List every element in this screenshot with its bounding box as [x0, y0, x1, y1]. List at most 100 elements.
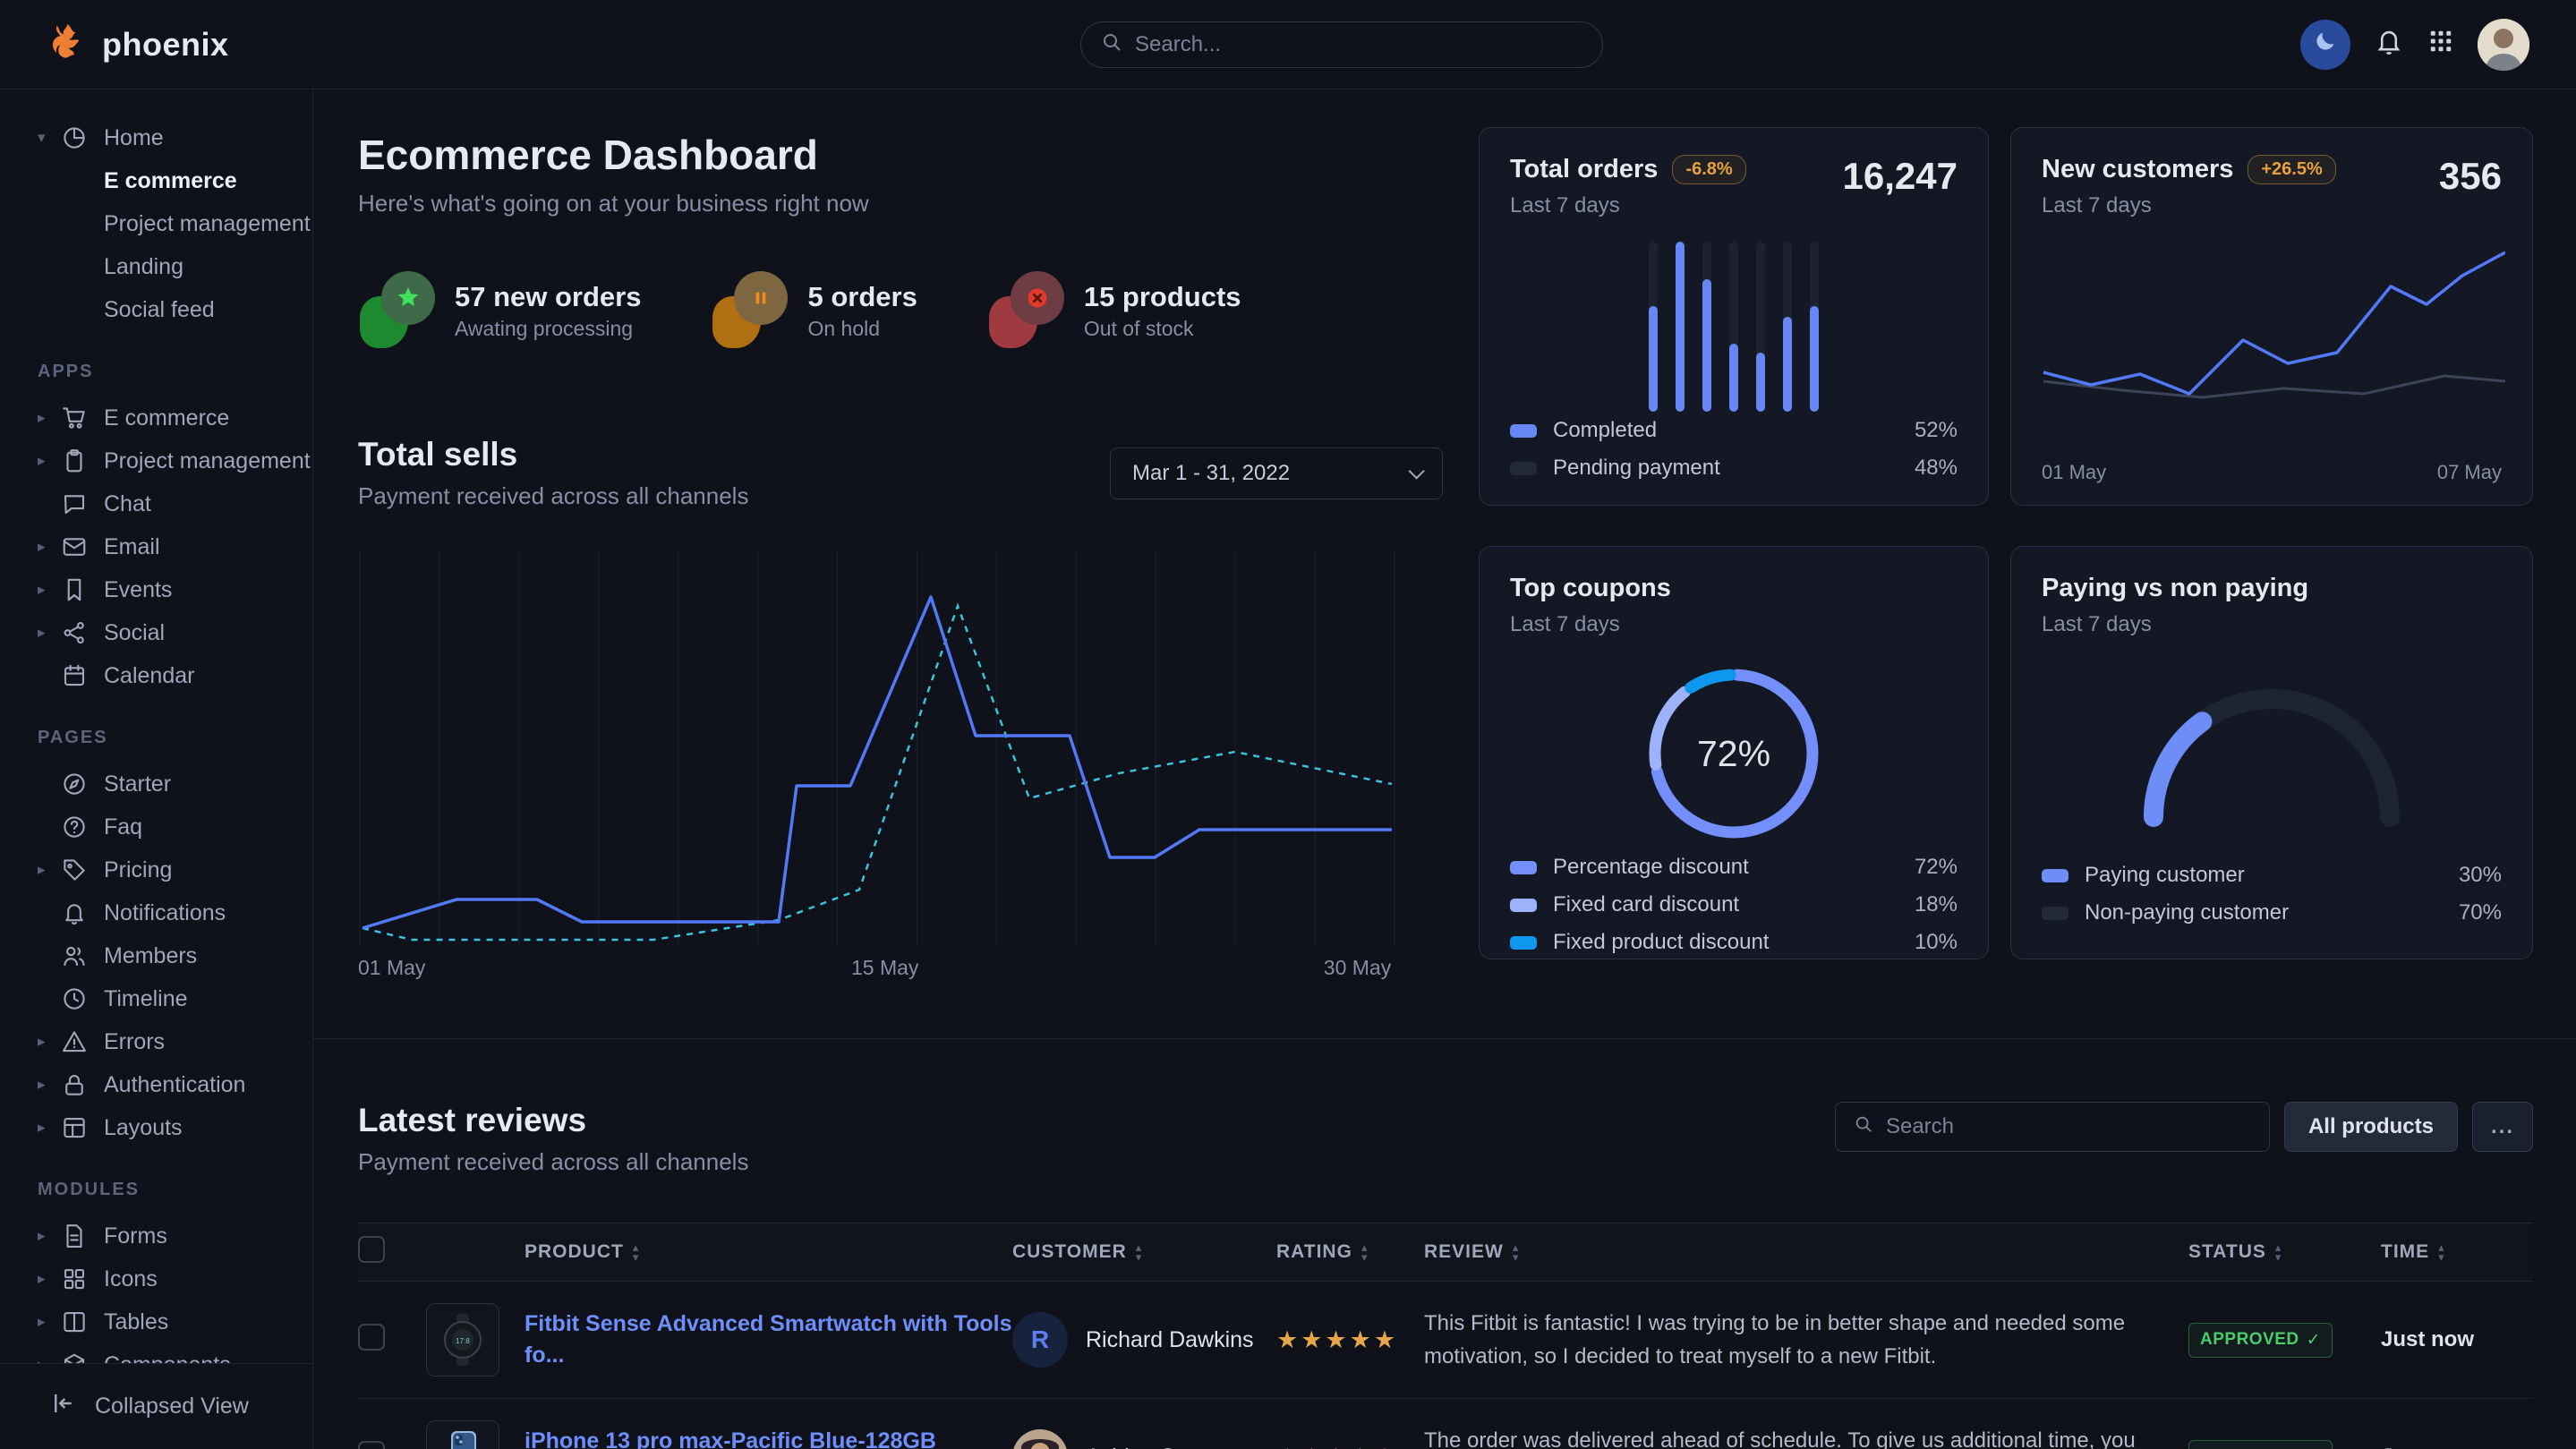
users-icon: [61, 942, 88, 969]
all-products-button[interactable]: All products: [2284, 1102, 2458, 1152]
sidebar-item-starter[interactable]: Starter: [0, 763, 312, 805]
status-badge: APPROVED✓: [2188, 1440, 2333, 1449]
compass-icon: [61, 771, 88, 797]
sidebar-submenu: E commerceProject managementLandingSocia…: [0, 159, 312, 331]
page-title: Ecommerce Dashboard: [358, 131, 1443, 179]
bar-fill: [1810, 306, 1819, 412]
sidebar-item-icons[interactable]: ▸Icons: [0, 1257, 312, 1300]
bar-fill: [1783, 317, 1792, 412]
sidebar-item-members[interactable]: Members: [0, 934, 312, 977]
row-checkbox[interactable]: [358, 1441, 385, 1449]
calendar-icon: [61, 662, 88, 689]
bar-fill: [1756, 353, 1765, 413]
sidebar-item-layouts[interactable]: ▸Layouts: [0, 1106, 312, 1149]
sidebar-item-e-commerce[interactable]: ▸E commerce: [0, 396, 312, 439]
apps-grid-button[interactable]: [2427, 28, 2454, 61]
paying-legend: Paying customer30%Non-paying customer70%: [2042, 857, 2502, 932]
clipboard-icon: [61, 447, 88, 474]
caret-right-icon: ▸: [38, 861, 61, 879]
sidebar-item-label: Timeline: [104, 986, 188, 1012]
product-link[interactable]: iPhone 13 pro max-Pacific Blue-128GB sto…: [525, 1428, 936, 1449]
stat-value: 5 orders: [807, 281, 917, 313]
reviews-search[interactable]: [1835, 1102, 2270, 1152]
legend-label: Paying customer: [2085, 863, 2245, 888]
sidebar-item-email[interactable]: ▸Email: [0, 525, 312, 568]
latest-reviews-section: Latest reviews Payment received across a…: [313, 1038, 2576, 1449]
sidebar-item-errors[interactable]: ▸Errors: [0, 1020, 312, 1063]
date-range-select[interactable]: Mar 1 - 31, 2022: [1110, 447, 1443, 499]
x-axis-label: 15 May: [851, 956, 918, 980]
sidebar-item-timeline[interactable]: Timeline: [0, 977, 312, 1020]
warning-icon: [61, 1028, 88, 1055]
caret-right-icon: ▸: [38, 1033, 61, 1051]
reviews-subtitle: Payment received across all channels: [358, 1148, 748, 1176]
customer-name: Richard Dawkins: [1086, 1327, 1254, 1353]
sidebar-item-label: Email: [104, 534, 160, 560]
cart-icon: [61, 405, 88, 431]
product-thumbnail[interactable]: 17:8: [426, 1303, 499, 1377]
sidebar-item-tables[interactable]: ▸Tables: [0, 1300, 312, 1343]
rating-stars: ★★★☆☆: [1276, 1444, 1424, 1449]
sidebar-subitem-e-commerce[interactable]: E commerce: [0, 159, 312, 202]
sidebar-item-events[interactable]: ▸Events: [0, 568, 312, 611]
column-header-rating[interactable]: RATING▴▾: [1276, 1241, 1424, 1263]
sidebar-item-notifications[interactable]: Notifications: [0, 891, 312, 934]
sidebar-subitem-social-feed[interactable]: Social feed: [0, 288, 312, 331]
search-icon: [1101, 31, 1122, 59]
sidebar-item-home[interactable]: ▾Home: [0, 116, 312, 159]
brand-logo[interactable]: phoenix: [47, 21, 229, 68]
bar-track: [1810, 242, 1819, 412]
brand-name: phoenix: [102, 26, 229, 64]
top-coupons-donut-chart: 72%: [1639, 659, 1829, 848]
sidebar-item-pricing[interactable]: ▸Pricing: [0, 848, 312, 891]
column-header-review[interactable]: REVIEW▴▾: [1424, 1241, 2188, 1263]
sidebar: ▾HomeE commerceProject managementLanding…: [0, 89, 313, 1449]
sidebar-item-chat[interactable]: Chat: [0, 482, 312, 525]
main-content: Ecommerce Dashboard Here's what's going …: [313, 89, 2576, 1449]
row-checkbox[interactable]: [358, 1324, 385, 1351]
paying-gauge-chart: [2124, 669, 2419, 837]
sidebar-item-faq[interactable]: Faq: [0, 805, 312, 848]
sidebar-item-social[interactable]: ▸Social: [0, 611, 312, 654]
column-header-time[interactable]: TIME▴▾: [2381, 1241, 2533, 1263]
stat-value: 57 new orders: [455, 281, 641, 313]
sidebar-subitem-landing[interactable]: Landing: [0, 245, 312, 288]
chevron-down-icon: [1408, 463, 1424, 479]
sidebar-subitem-project-management[interactable]: Project management: [0, 202, 312, 245]
column-header-product[interactable]: PRODUCT▴▾: [525, 1241, 1012, 1263]
search-input[interactable]: [1135, 32, 1582, 57]
user-avatar[interactable]: [2478, 19, 2529, 71]
bar-fill: [1729, 344, 1738, 412]
more-options-button[interactable]: ...: [2472, 1102, 2533, 1152]
column-header-customer[interactable]: CUSTOMER▴▾: [1012, 1241, 1276, 1263]
customer-avatar[interactable]: [1012, 1429, 1068, 1449]
product-thumbnail[interactable]: [426, 1420, 499, 1449]
bookmark-icon: [61, 576, 88, 603]
sidebar-item-label: Icons: [104, 1266, 158, 1292]
legend-swatch: [1510, 462, 1537, 475]
product-link[interactable]: Fitbit Sense Advanced Smartwatch with To…: [525, 1311, 1012, 1368]
column-header-status[interactable]: STATUS▴▾: [2188, 1241, 2381, 1263]
time-cell: Just now: [2381, 1327, 2533, 1352]
notifications-button[interactable]: [2374, 26, 2404, 63]
sidebar-item-calendar[interactable]: Calendar: [0, 654, 312, 697]
global-search[interactable]: [1080, 21, 1603, 68]
sidebar-section-label: PAGES: [0, 697, 312, 763]
paying-period: Last 7 days: [2042, 612, 2502, 637]
sidebar-item-components[interactable]: ▸Components: [0, 1343, 312, 1363]
collapse-view-button[interactable]: Collapsed View: [0, 1363, 312, 1449]
customer-avatar[interactable]: R: [1012, 1312, 1068, 1368]
product-thumb-cell: 17:8: [426, 1303, 525, 1377]
stats-row: 57 new ordersAwating processing5 ordersO…: [358, 269, 1443, 352]
sidebar-item-authentication[interactable]: ▸Authentication: [0, 1063, 312, 1106]
sidebar-item-project-management[interactable]: ▸Project management: [0, 439, 312, 482]
legend-row: Fixed card discount18%: [1510, 886, 1958, 924]
sidebar-item-forms[interactable]: ▸Forms: [0, 1215, 312, 1257]
select-all-checkbox[interactable]: [358, 1236, 385, 1263]
stat-circle-icon: [734, 271, 788, 325]
reviews-search-input[interactable]: [1886, 1114, 2251, 1139]
status-cell: APPROVED✓: [2188, 1323, 2381, 1358]
review-text: This Fitbit is fantastic! I was trying t…: [1424, 1307, 2188, 1373]
new-customers-period: Last 7 days: [2042, 193, 2336, 218]
theme-toggle-button[interactable]: [2300, 20, 2350, 70]
